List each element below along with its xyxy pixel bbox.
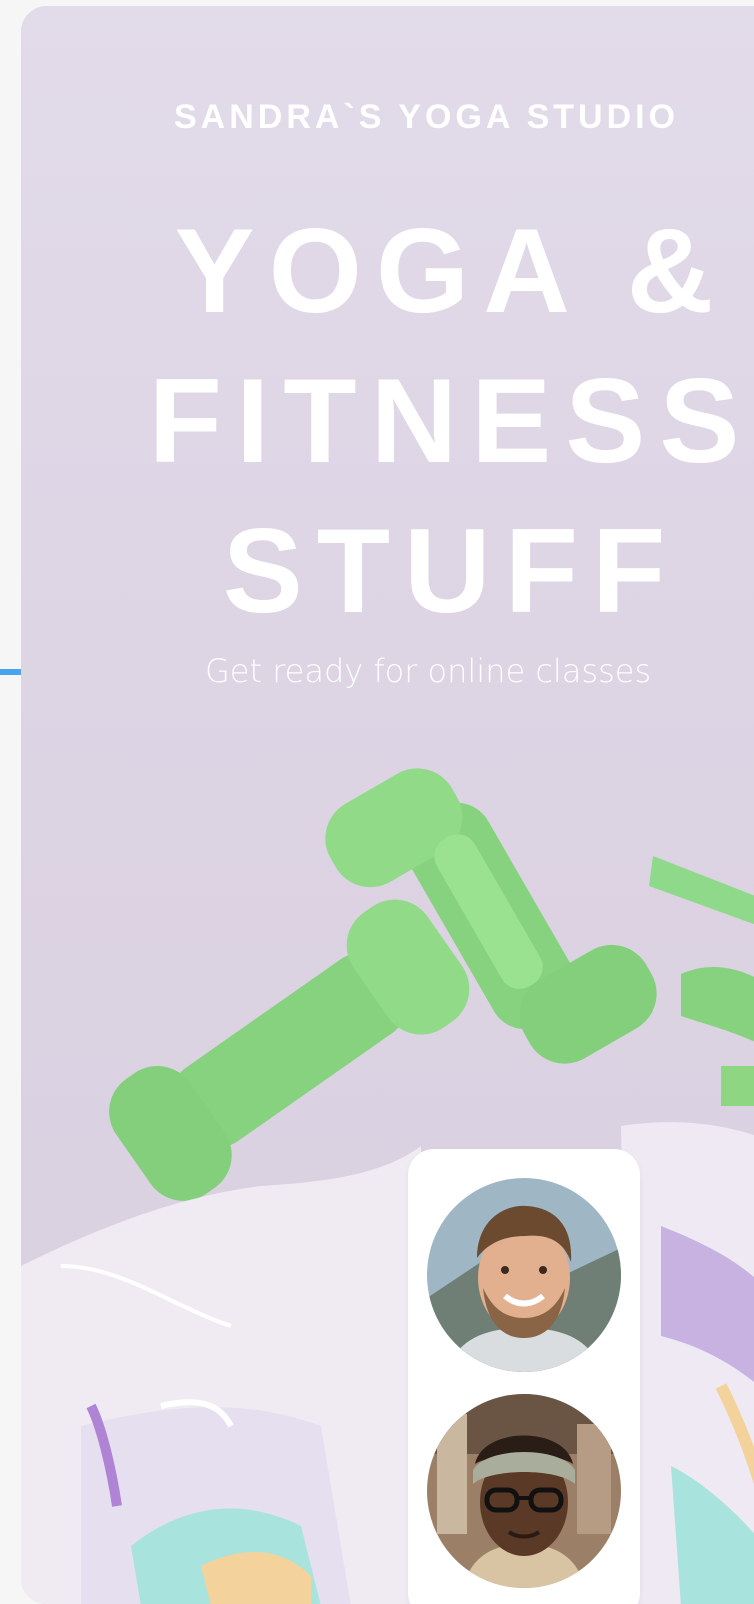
participant-avatar[interactable]	[427, 1394, 621, 1588]
sneakers-image	[21, 1122, 754, 1604]
woman-glasses-avatar-icon	[427, 1394, 621, 1588]
headline-line-1: YOGA &	[174, 204, 728, 338]
design-card[interactable]: SANDRA`S YOGA STUDIO YOGA & FITNESS STUF…	[21, 6, 754, 1604]
headline-line-3: STUFF	[222, 504, 680, 638]
participant-avatar[interactable]	[427, 1178, 621, 1372]
page: SANDRA`S YOGA STUDIO YOGA & FITNESS STUF…	[0, 0, 754, 1604]
subtitle: Get ready for online classes	[205, 652, 652, 690]
video-call-participants-panel	[408, 1149, 640, 1604]
measuring-tape-image	[649, 856, 754, 1106]
headline-line-2: FITNESS	[148, 354, 754, 488]
selection-indicator	[0, 669, 21, 675]
headline: YOGA & FITNESS STUFF	[21, 196, 754, 646]
fitness-equipment-photo	[21, 768, 754, 1604]
smiling-man-avatar-icon	[427, 1178, 621, 1372]
studio-name: SANDRA`S YOGA STUDIO	[174, 98, 680, 136]
